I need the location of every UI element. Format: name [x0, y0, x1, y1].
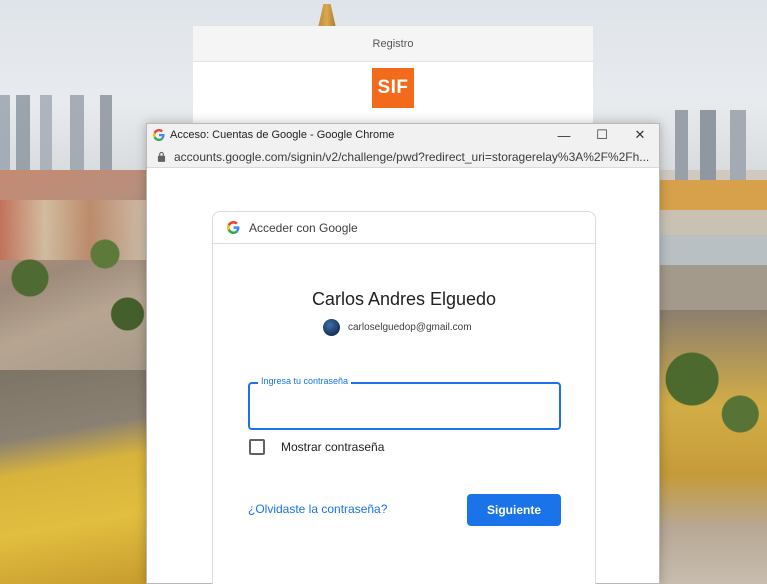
address-bar[interactable]: accounts.google.com/signin/v2/challenge/…	[147, 146, 659, 168]
trees-left	[0, 230, 150, 350]
password-field-label: Ingresa tu contraseña	[258, 376, 352, 386]
user-name: Carlos Andres Elguedo	[311, 289, 497, 309]
harbor-right	[660, 180, 767, 310]
show-password-toggle[interactable]: Mostrar contraseña	[249, 439, 384, 455]
next-button[interactable]: Siguiente	[467, 494, 561, 526]
forgot-password-link[interactable]: ¿Olvidaste la contraseña?	[248, 502, 387, 516]
account-chip[interactable]: carloselguedop@gmail.com	[323, 319, 472, 336]
city-skyline-right	[660, 110, 767, 190]
close-button[interactable]: ✕	[621, 124, 659, 146]
maximize-button[interactable]: ☐	[583, 124, 621, 146]
signin-card: Acceder con Google Carlos Andres Elguedo…	[212, 211, 596, 584]
registro-window: Registro SIF	[193, 26, 593, 126]
avatar	[323, 319, 340, 336]
window-titlebar[interactable]: Acceso: Cuentas de Google - Google Chrom…	[147, 124, 659, 146]
trees-right	[660, 330, 767, 470]
minimize-button[interactable]: —	[545, 124, 583, 146]
wall-left	[0, 370, 150, 584]
signin-header-label: Acceder con Google	[249, 220, 358, 235]
show-password-label: Mostrar contraseña	[281, 440, 385, 454]
password-input[interactable]	[258, 394, 550, 418]
password-field[interactable]: Ingresa tu contraseña	[248, 376, 561, 430]
chrome-popup-window: Acceso: Cuentas de Google - Google Chrom…	[146, 123, 660, 584]
url-text: accounts.google.com/signin/v2/challenge/…	[174, 149, 650, 164]
lock-icon	[157, 151, 166, 162]
show-password-checkbox[interactable]	[249, 439, 265, 455]
sif-logo: SIF	[372, 68, 414, 108]
window-title: Acceso: Cuentas de Google - Google Chrom…	[170, 129, 395, 141]
google-g-icon	[227, 221, 240, 234]
window-controls: — ☐ ✕	[545, 124, 659, 146]
account-email: carloselguedop@gmail.com	[348, 322, 472, 333]
google-g-icon	[153, 129, 165, 141]
signin-card-header: Acceder con Google	[213, 212, 595, 244]
registro-header: Registro	[193, 26, 593, 62]
